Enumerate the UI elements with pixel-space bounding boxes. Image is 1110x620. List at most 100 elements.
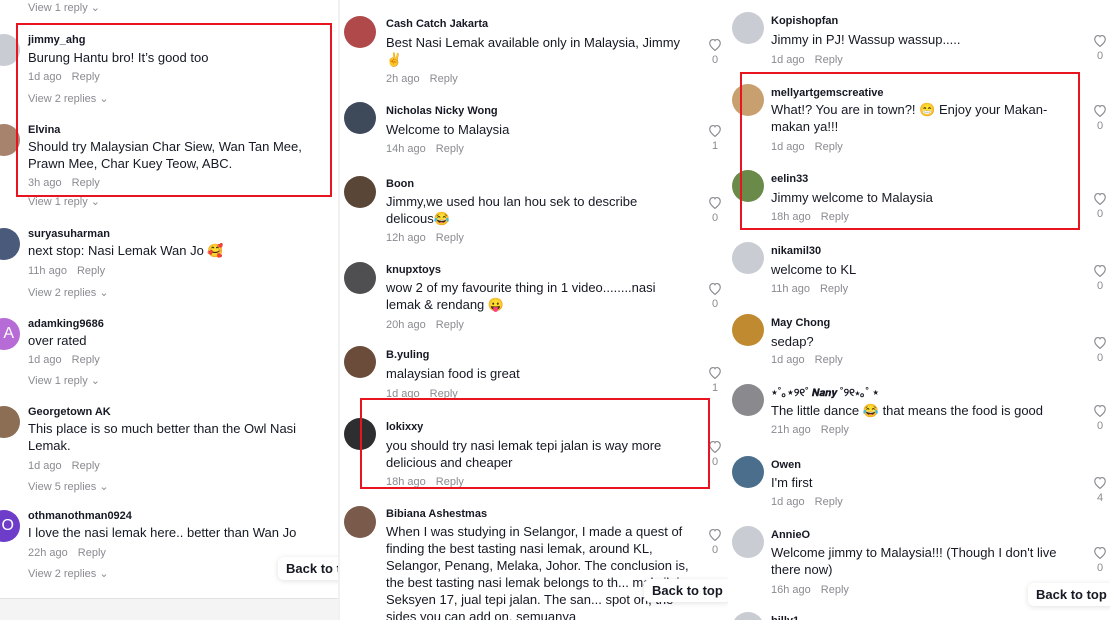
back-to-top-button[interactable]: Back to top (1028, 583, 1110, 606)
comment-item: Georgetown AK This place is so much bett… (0, 406, 338, 498)
comment-username[interactable]: Elvina (28, 124, 60, 137)
comment-time: 14h ago (386, 143, 426, 155)
back-to-top-button[interactable]: Back to t (278, 557, 338, 580)
comment-meta: 14h ago Reply (386, 143, 464, 156)
view-replies-link[interactable]: View 5 replies ⌄ (28, 481, 109, 494)
avatar[interactable] (344, 346, 376, 378)
comment-username[interactable]: adamking9686 (28, 318, 104, 331)
reply-button[interactable]: Reply (72, 460, 100, 472)
reply-button[interactable]: Reply (821, 211, 849, 223)
like-count: 0 (711, 298, 719, 310)
like-button[interactable]: 1 (704, 124, 726, 153)
avatar[interactable] (344, 506, 376, 538)
reply-button[interactable]: Reply (78, 547, 106, 559)
reply-button[interactable]: Reply (436, 232, 464, 244)
like-button[interactable]: 0 (704, 38, 726, 67)
reply-button[interactable]: Reply (430, 388, 458, 400)
like-button[interactable]: 0 (1089, 546, 1110, 575)
reply-button[interactable]: Reply (815, 496, 843, 508)
comment-item: jimmy_ahg Burung Hantu bro! It’s good to… (0, 34, 338, 112)
comment-username[interactable]: eelin33 (771, 173, 808, 186)
reply-button[interactable]: Reply (436, 143, 464, 155)
avatar[interactable] (732, 384, 764, 416)
like-button[interactable]: 4 (1089, 476, 1110, 505)
comment-username[interactable]: Owen (771, 459, 801, 472)
comment-username[interactable]: Bibiana Ashestmas (386, 508, 487, 521)
reply-button[interactable]: Reply (72, 354, 100, 366)
like-button[interactable]: 0 (704, 528, 726, 557)
view-replies-link[interactable]: View 1 reply ⌄ (28, 375, 100, 388)
reply-button[interactable]: Reply (436, 319, 464, 331)
comment-username[interactable]: Boon (386, 178, 414, 191)
avatar[interactable]: O (0, 510, 20, 542)
comment-username[interactable]: AnnieO (771, 529, 810, 542)
comment-username[interactable]: suryasuharman (28, 228, 110, 241)
reply-button[interactable]: Reply (820, 283, 848, 295)
comment-username[interactable]: jimmy_ahg (28, 34, 85, 47)
comment-username[interactable]: May Chong (771, 317, 830, 330)
back-to-top-button[interactable]: Back to top (644, 579, 731, 602)
reply-button[interactable]: Reply (72, 71, 100, 83)
avatar[interactable] (0, 124, 20, 156)
comment-username[interactable]: nikamil30 (771, 245, 821, 258)
comment-username[interactable]: othmanothman0924 (28, 510, 132, 523)
reply-button[interactable]: Reply (77, 265, 105, 277)
avatar[interactable] (0, 228, 20, 260)
like-button[interactable]: 0 (1089, 104, 1110, 133)
reply-button[interactable]: Reply (821, 424, 849, 436)
comment-meta: 1d ago Reply (386, 388, 458, 401)
avatar[interactable] (732, 526, 764, 558)
view-replies-link[interactable]: View 2 replies ⌄ (28, 93, 109, 106)
like-button[interactable]: 0 (1089, 336, 1110, 365)
comment-username[interactable]: ⋆˚｡⋆୨୧˚ 𝙉𝙖𝙣𝙮 ˚୨୧⋆｡˚ ⋆ (771, 387, 879, 400)
avatar[interactable] (344, 418, 376, 450)
like-button[interactable]: 0 (1089, 34, 1110, 63)
comment-time: 21h ago (771, 424, 811, 436)
avatar[interactable] (0, 406, 20, 438)
avatar[interactable] (344, 102, 376, 134)
reply-button[interactable]: Reply (815, 54, 843, 66)
comment-time: 20h ago (386, 319, 426, 331)
reply-button[interactable]: Reply (430, 73, 458, 85)
reply-button[interactable]: Reply (815, 141, 843, 153)
comment-username[interactable]: mellyartgemscreative (771, 87, 884, 100)
like-button[interactable]: 0 (1089, 264, 1110, 293)
like-button[interactable]: 0 (704, 196, 726, 225)
like-button[interactable]: 1 (704, 366, 726, 395)
bottom-bar (0, 598, 338, 620)
comment-username[interactable]: B.yuling (386, 349, 429, 362)
reply-button[interactable]: Reply (72, 177, 100, 189)
avatar[interactable] (732, 84, 764, 116)
comment-username[interactable]: knupxtoys (386, 264, 441, 277)
reply-button[interactable]: Reply (821, 584, 849, 596)
like-button[interactable]: 0 (704, 440, 726, 469)
reply-button[interactable]: Reply (815, 354, 843, 366)
view-replies-link[interactable]: View 2 replies ⌄ (28, 568, 109, 581)
comment-username[interactable]: Nicholas Nicky Wong (386, 105, 498, 118)
avatar[interactable] (344, 262, 376, 294)
view-replies-link[interactable]: View 1 reply ⌄ (28, 1, 100, 14)
like-button[interactable]: 0 (704, 282, 726, 311)
comment-text: Jimmy,we used hou lan hou sek to describ… (386, 194, 638, 226)
heart-icon (1094, 546, 1106, 559)
avatar[interactable] (732, 12, 764, 44)
comment-username[interactable]: Cash Catch Jakarta (386, 18, 488, 31)
like-button[interactable]: 0 (1089, 192, 1110, 221)
view-replies-link[interactable]: View 1 reply ⌄ (28, 196, 100, 209)
reply-button[interactable]: Reply (436, 476, 464, 488)
avatar[interactable] (732, 242, 764, 274)
avatar[interactable] (732, 170, 764, 202)
like-button[interactable]: 0 (1089, 404, 1110, 433)
comment-username[interactable]: billy1 (771, 615, 799, 620)
comment-username[interactable]: Kopishopfan (771, 15, 838, 28)
avatar[interactable] (732, 456, 764, 488)
avatar[interactable] (732, 314, 764, 346)
comment-username[interactable]: Georgetown AK (28, 406, 111, 419)
comment-username[interactable]: lokixxy (386, 421, 423, 434)
avatar[interactable] (344, 16, 376, 48)
view-replies-link[interactable]: View 2 replies ⌄ (28, 287, 109, 300)
avatar[interactable]: A (0, 318, 20, 350)
avatar[interactable] (344, 176, 376, 208)
avatar[interactable] (0, 34, 20, 66)
avatar[interactable] (732, 612, 764, 620)
